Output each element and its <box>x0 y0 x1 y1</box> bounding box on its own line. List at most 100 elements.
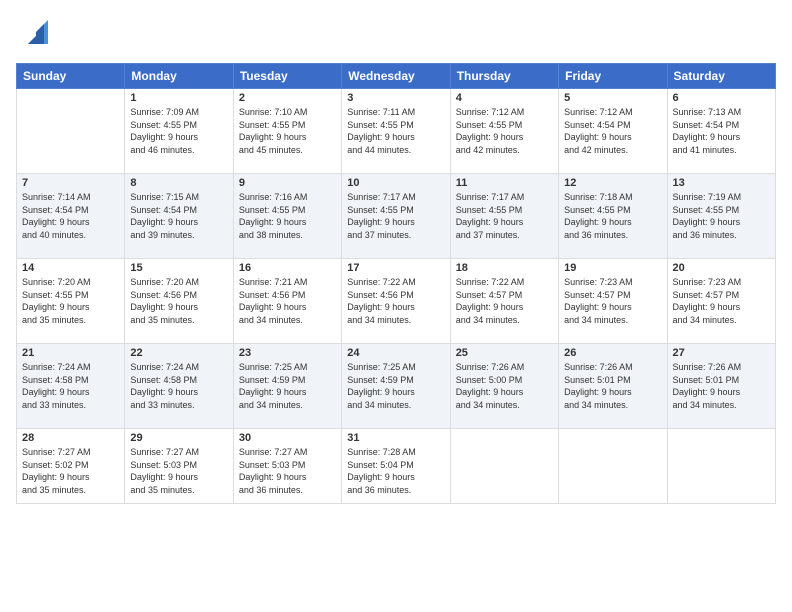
calendar-cell <box>450 429 558 504</box>
calendar-cell: 19 Sunrise: 7:23 AMSunset: 4:57 PMDayligh… <box>559 259 667 344</box>
day-number: 11 <box>456 177 553 189</box>
day-info: Sunrise: 7:17 AMSunset: 4:55 PMDaylight:… <box>347 191 444 241</box>
day-number: 23 <box>239 347 336 359</box>
day-number: 5 <box>564 92 661 104</box>
logo-icon <box>20 16 52 53</box>
calendar-day-header: Tuesday <box>233 64 341 89</box>
day-info: Sunrise: 7:25 AMSunset: 4:59 PMDaylight:… <box>239 361 336 411</box>
calendar-cell: 18 Sunrise: 7:22 AMSunset: 4:57 PMDayligh… <box>450 259 558 344</box>
calendar-cell: 26 Sunrise: 7:26 AMSunset: 5:01 PMDayligh… <box>559 344 667 429</box>
calendar-day-header: Wednesday <box>342 64 450 89</box>
day-info: Sunrise: 7:28 AMSunset: 5:04 PMDaylight:… <box>347 446 444 496</box>
day-info: Sunrise: 7:26 AMSunset: 5:01 PMDaylight:… <box>564 361 661 411</box>
header <box>16 16 776 53</box>
calendar-cell: 13 Sunrise: 7:19 AMSunset: 4:55 PMDayligh… <box>667 174 775 259</box>
calendar-cell: 22Sunrise: 7:24 AMSunset: 4:58 PMDayligh… <box>125 344 233 429</box>
day-number: 17 <box>347 262 444 274</box>
day-info: Sunrise: 7:21 AMSunset: 4:56 PMDaylight:… <box>239 276 336 326</box>
page-container: SundayMondayTuesdayWednesdayThursdayFrid… <box>0 0 792 612</box>
calendar-cell: 27Sunrise: 7:26 AMSunset: 5:01 PMDayligh… <box>667 344 775 429</box>
calendar-cell: 9Sunrise: 7:16 AMSunset: 4:55 PMDaylight… <box>233 174 341 259</box>
day-number: 29 <box>130 432 227 444</box>
day-number: 18 <box>456 262 553 274</box>
day-info: Sunrise: 7:27 AMSunset: 5:03 PMDaylight:… <box>239 446 336 496</box>
day-info: Sunrise: 7:14 AMSunset: 4:54 PMDaylight:… <box>22 191 119 241</box>
calendar-cell: 8 Sunrise: 7:15 AMSunset: 4:54 PMDaylight… <box>125 174 233 259</box>
calendar-cell: 6 Sunrise: 7:13 AMSunset: 4:54 PMDaylight… <box>667 89 775 174</box>
day-number: 14 <box>22 262 119 274</box>
calendar-day-header: Monday <box>125 64 233 89</box>
calendar-cell: 11 Sunrise: 7:17 AMSunset: 4:55 PMDayligh… <box>450 174 558 259</box>
day-number: 26 <box>564 347 661 359</box>
day-info: Sunrise: 7:19 AMSunset: 4:55 PMDaylight:… <box>673 191 770 241</box>
day-info: Sunrise: 7:10 AMSunset: 4:55 PMDaylight:… <box>239 106 336 156</box>
day-number: 25 <box>456 347 553 359</box>
calendar-cell <box>667 429 775 504</box>
calendar-cell: 28Sunrise: 7:27 AMSunset: 5:02 PMDayligh… <box>17 429 125 504</box>
day-number: 13 <box>673 177 770 189</box>
day-number: 15 <box>130 262 227 274</box>
day-info: Sunrise: 7:20 AMSunset: 4:56 PMDaylight:… <box>130 276 227 326</box>
day-number: 12 <box>564 177 661 189</box>
calendar-table: SundayMondayTuesdayWednesdayThursdayFrid… <box>16 63 776 504</box>
calendar-cell: 16 Sunrise: 7:21 AMSunset: 4:56 PMDayligh… <box>233 259 341 344</box>
day-number: 10 <box>347 177 444 189</box>
calendar-cell: 21 Sunrise: 7:24 AMSunset: 4:58 PMDayligh… <box>17 344 125 429</box>
day-number: 7 <box>22 177 119 189</box>
calendar-week-row: 28Sunrise: 7:27 AMSunset: 5:02 PMDayligh… <box>17 429 776 504</box>
day-number: 3 <box>347 92 444 104</box>
day-info: Sunrise: 7:12 AMSunset: 4:55 PMDaylight:… <box>456 106 553 156</box>
calendar-day-header: Friday <box>559 64 667 89</box>
logo-text <box>16 16 52 53</box>
day-info: Sunrise: 7:16 AMSunset: 4:55 PMDaylight:… <box>239 191 336 241</box>
day-number: 31 <box>347 432 444 444</box>
calendar-week-row: 14 Sunrise: 7:20 AMSunset: 4:55 PMDayligh… <box>17 259 776 344</box>
day-info: Sunrise: 7:11 AMSunset: 4:55 PMDaylight:… <box>347 106 444 156</box>
calendar-cell: 24 Sunrise: 7:25 AMSunset: 4:59 PMDayligh… <box>342 344 450 429</box>
calendar-cell: 10 Sunrise: 7:17 AMSunset: 4:55 PMDayligh… <box>342 174 450 259</box>
calendar-day-header: Saturday <box>667 64 775 89</box>
calendar-cell: 17 Sunrise: 7:22 AMSunset: 4:56 PMDayligh… <box>342 259 450 344</box>
day-number: 20 <box>673 262 770 274</box>
day-info: Sunrise: 7:22 AMSunset: 4:56 PMDaylight:… <box>347 276 444 326</box>
day-info: Sunrise: 7:20 AMSunset: 4:55 PMDaylight:… <box>22 276 119 326</box>
calendar-cell: 31 Sunrise: 7:28 AMSunset: 5:04 PMDayligh… <box>342 429 450 504</box>
day-info: Sunrise: 7:25 AMSunset: 4:59 PMDaylight:… <box>347 361 444 411</box>
day-number: 2 <box>239 92 336 104</box>
calendar-cell: 14 Sunrise: 7:20 AMSunset: 4:55 PMDayligh… <box>17 259 125 344</box>
logo <box>16 16 52 53</box>
day-number: 6 <box>673 92 770 104</box>
day-info: Sunrise: 7:17 AMSunset: 4:55 PMDaylight:… <box>456 191 553 241</box>
day-number: 1 <box>130 92 227 104</box>
day-info: Sunrise: 7:23 AMSunset: 4:57 PMDaylight:… <box>564 276 661 326</box>
calendar-cell: 7 Sunrise: 7:14 AMSunset: 4:54 PMDaylight… <box>17 174 125 259</box>
day-info: Sunrise: 7:27 AMSunset: 5:02 PMDaylight:… <box>22 446 119 496</box>
day-number: 19 <box>564 262 661 274</box>
day-info: Sunrise: 7:27 AMSunset: 5:03 PMDaylight:… <box>130 446 227 496</box>
calendar-cell: 23 Sunrise: 7:25 AMSunset: 4:59 PMDayligh… <box>233 344 341 429</box>
calendar-header-row: SundayMondayTuesdayWednesdayThursdayFrid… <box>17 64 776 89</box>
day-info: Sunrise: 7:12 AMSunset: 4:54 PMDaylight:… <box>564 106 661 156</box>
day-info: Sunrise: 7:09 AMSunset: 4:55 PMDaylight:… <box>130 106 227 156</box>
calendar-cell: 30Sunrise: 7:27 AMSunset: 5:03 PMDayligh… <box>233 429 341 504</box>
day-info: Sunrise: 7:15 AMSunset: 4:54 PMDaylight:… <box>130 191 227 241</box>
day-number: 24 <box>347 347 444 359</box>
calendar-cell: 20 Sunrise: 7:23 AMSunset: 4:57 PMDayligh… <box>667 259 775 344</box>
calendar-cell <box>17 89 125 174</box>
day-number: 8 <box>130 177 227 189</box>
calendar-cell: 15 Sunrise: 7:20 AMSunset: 4:56 PMDayligh… <box>125 259 233 344</box>
day-info: Sunrise: 7:24 AMSunset: 4:58 PMDaylight:… <box>22 361 119 411</box>
day-number: 21 <box>22 347 119 359</box>
calendar-cell: 3 Sunrise: 7:11 AMSunset: 4:55 PMDaylight… <box>342 89 450 174</box>
calendar-week-row: 7 Sunrise: 7:14 AMSunset: 4:54 PMDaylight… <box>17 174 776 259</box>
day-info: Sunrise: 7:13 AMSunset: 4:54 PMDaylight:… <box>673 106 770 156</box>
calendar-cell: 25Sunrise: 7:26 AMSunset: 5:00 PMDayligh… <box>450 344 558 429</box>
day-number: 27 <box>673 347 770 359</box>
day-info: Sunrise: 7:23 AMSunset: 4:57 PMDaylight:… <box>673 276 770 326</box>
calendar-cell: 2 Sunrise: 7:10 AMSunset: 4:55 PMDaylight… <box>233 89 341 174</box>
day-number: 16 <box>239 262 336 274</box>
calendar-week-row: 21 Sunrise: 7:24 AMSunset: 4:58 PMDayligh… <box>17 344 776 429</box>
calendar-cell: 12Sunrise: 7:18 AMSunset: 4:55 PMDayligh… <box>559 174 667 259</box>
day-info: Sunrise: 7:22 AMSunset: 4:57 PMDaylight:… <box>456 276 553 326</box>
calendar-cell: 4Sunrise: 7:12 AMSunset: 4:55 PMDaylight… <box>450 89 558 174</box>
